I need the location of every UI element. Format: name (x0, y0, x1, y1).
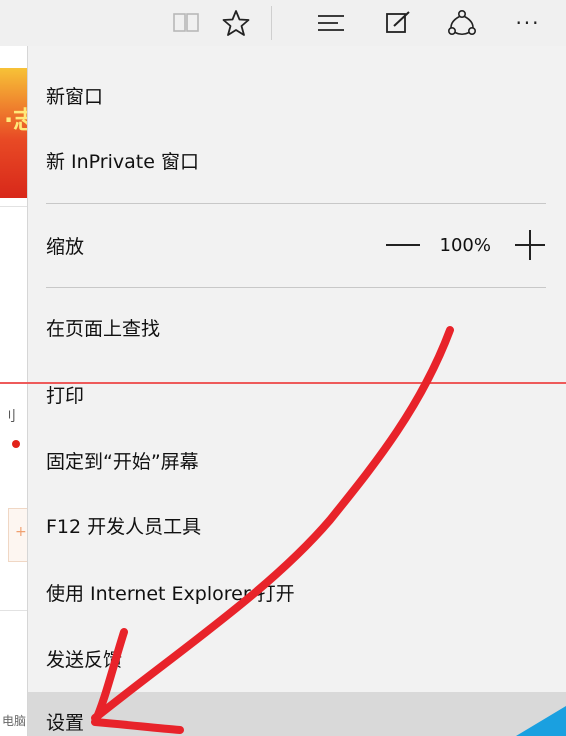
zoom-out-button[interactable] (385, 244, 420, 246)
browser-toolbar: ··· (0, 0, 566, 46)
menu-item-zoom: 缩放 100% (28, 213, 566, 277)
menu-item-label: 打印 (46, 384, 85, 407)
menu-item-send-feedback[interactable]: 发送反馈 (28, 626, 566, 690)
zoom-value: 100% (439, 234, 491, 256)
page-plus-icon: + (15, 524, 27, 540)
menu-divider (46, 203, 546, 204)
reading-view-icon[interactable] (166, 0, 206, 46)
page-edge-text: 电脑 (2, 714, 27, 728)
menu-item-label: 固定到“开始”屏幕 (46, 450, 199, 473)
favorite-star-icon[interactable] (216, 0, 256, 46)
zoom-in-button[interactable] (515, 230, 545, 260)
page-divider (0, 206, 27, 207)
toolbar-separator (271, 6, 272, 40)
menu-item-label: 在页面上查找 (46, 317, 161, 340)
web-note-icon[interactable] (378, 0, 418, 46)
annotation-red-line (0, 382, 566, 384)
more-actions-icon[interactable]: ··· (508, 0, 548, 46)
page-divider (0, 610, 27, 611)
menu-item-label: 设置 (46, 711, 85, 734)
menu-item-label: F12 开发人员工具 (46, 515, 202, 538)
menu-divider (46, 287, 546, 288)
menu-item-settings[interactable]: 设置 (28, 692, 566, 736)
menu-item-new-inprivate[interactable]: 新 InPrivate 窗口 (28, 128, 566, 192)
menu-item-label: 新 InPrivate 窗口 (46, 150, 199, 173)
menu-item-find-on-page[interactable]: 在页面上查找 (28, 295, 566, 359)
page-edge-text: 刂 (2, 409, 16, 425)
menu-item-pin-to-start[interactable]: 固定到“开始”屏幕 (28, 428, 566, 492)
page-red-dot (12, 440, 20, 448)
menu-item-label: 新窗口 (46, 85, 104, 108)
hub-icon[interactable] (311, 0, 351, 46)
menu-item-open-with-ie[interactable]: 使用 Internet Explorer 打开 (28, 560, 566, 624)
more-actions-glyph: ··· (515, 11, 541, 35)
menu-item-print[interactable]: 打印 (28, 362, 566, 426)
menu-item-new-window[interactable]: 新窗口 (28, 63, 566, 127)
share-icon[interactable] (442, 0, 482, 46)
menu-item-label: 发送反馈 (46, 648, 123, 671)
menu-item-label: 使用 Internet Explorer 打开 (46, 582, 295, 605)
menu-item-f12-tools[interactable]: F12 开发人员工具 (28, 493, 566, 557)
more-actions-menu: 新窗口 新 InPrivate 窗口 缩放 100% 在页面上查找 打印 固定到… (27, 46, 566, 736)
zoom-control: 100% (385, 213, 545, 277)
zoom-label: 缩放 (46, 235, 85, 258)
corner-decoration (516, 706, 566, 736)
